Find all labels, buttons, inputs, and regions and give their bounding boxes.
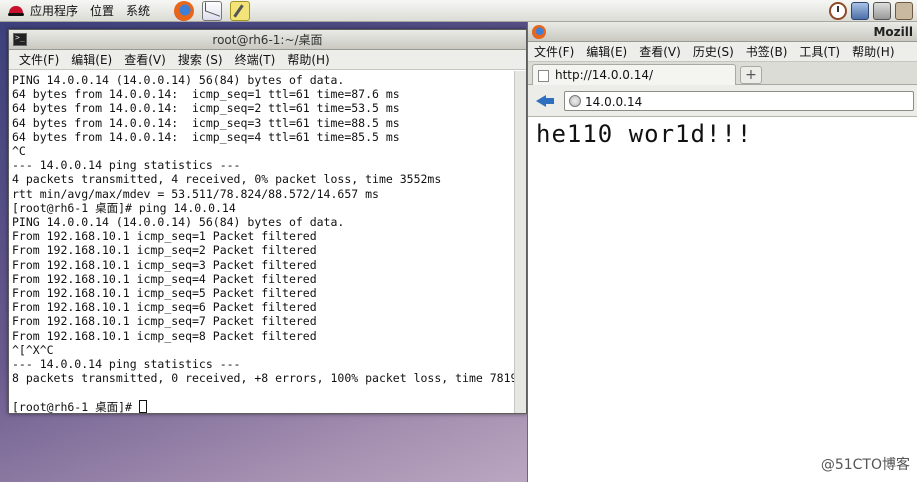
tab-label: http://14.0.0.14/ — [555, 68, 654, 82]
terminal-titlebar[interactable]: root@rh6-1:~/桌面 — [9, 30, 526, 50]
menu-file[interactable]: 文件(F) — [19, 51, 59, 68]
battery-icon[interactable] — [895, 1, 913, 20]
terminal-line: From 192.168.10.1 icmp_seq=2 Packet filt… — [12, 243, 317, 258]
url-bar[interactable]: 14.0.0.14 — [564, 91, 914, 111]
terminal-line: From 192.168.10.1 icmp_seq=8 Packet filt… — [12, 328, 317, 343]
top-panel: 应用程序 位置 系统 — [0, 0, 917, 22]
menu-view[interactable]: 查看(V) — [124, 51, 166, 68]
firefox-icon — [532, 25, 546, 39]
ff-menu-bookmarks[interactable]: 书签(B) — [746, 43, 788, 60]
note-launcher-icon[interactable] — [230, 0, 251, 21]
terminal-line: From 192.168.10.1 icmp_seq=1 Packet filt… — [12, 229, 317, 244]
terminal-line: 64 bytes from 14.0.0.14: icmp_seq=4 ttl=… — [12, 129, 400, 144]
site-identity-icon[interactable] — [569, 95, 581, 107]
terminal-line: [root@rh6-1 桌面]# ping 14.0.0.14 — [12, 200, 236, 215]
terminal-prompt-line: [root@rh6-1 桌面]# — [12, 399, 511, 413]
terminal-icon — [13, 33, 27, 46]
menu-search[interactable]: 搜索 (S) — [178, 51, 223, 68]
firefox-titlebar[interactable]: Mozill — [528, 22, 917, 42]
page-icon — [538, 70, 549, 82]
ff-menu-history[interactable]: 历史(S) — [693, 43, 734, 60]
menu-edit[interactable]: 编辑(E) — [71, 51, 112, 68]
page-body-text: he110 wor1d!!! — [536, 120, 753, 148]
terminal-line: From 192.168.10.1 icmp_seq=5 Packet filt… — [12, 286, 317, 301]
mail-launcher-icon[interactable] — [202, 0, 223, 21]
terminal-line: 64 bytes from 14.0.0.14: icmp_seq=1 ttl=… — [12, 87, 400, 102]
firefox-launcher-icon[interactable] — [174, 0, 195, 21]
terminal-title: root@rh6-1:~/桌面 — [212, 33, 323, 47]
firefox-navbar: 14.0.0.14 — [528, 85, 917, 117]
firefox-tabbar: http://14.0.0.14/ + — [528, 61, 917, 86]
terminal-window: root@rh6-1:~/桌面 文件(F) 编辑(E) 查看(V) 搜索 (S)… — [8, 29, 527, 414]
menu-help[interactable]: 帮助(H) — [287, 51, 329, 68]
terminal-line: ^[^X^C — [12, 342, 54, 357]
volume-icon[interactable] — [873, 1, 891, 20]
clock-icon[interactable] — [829, 1, 847, 20]
menu-terminal[interactable]: 终端(T) — [235, 51, 276, 68]
ff-menu-help[interactable]: 帮助(H) — [852, 43, 894, 60]
redhat-logo-icon[interactable] — [8, 4, 24, 18]
terminal-line: 8 packets transmitted, 0 received, +8 er… — [12, 371, 514, 386]
url-text: 14.0.0.14 — [585, 95, 643, 109]
terminal-line: PING 14.0.0.14 (14.0.0.14) 56(84) bytes … — [12, 73, 345, 87]
terminal-output[interactable]: PING 14.0.0.14 (14.0.0.14) 56(84) bytes … — [9, 71, 514, 413]
terminal-line: From 192.168.10.1 icmp_seq=6 Packet filt… — [12, 300, 317, 315]
terminal-line: 64 bytes from 14.0.0.14: icmp_seq=2 ttl=… — [12, 101, 400, 116]
ff-menu-edit[interactable]: 编辑(E) — [586, 43, 627, 60]
terminal-line: From 192.168.10.1 icmp_seq=3 Packet filt… — [12, 257, 317, 272]
terminal-line: --- 14.0.0.14 ping statistics --- — [12, 158, 241, 173]
terminal-line: 64 bytes from 14.0.0.14: icmp_seq=3 ttl=… — [12, 115, 400, 130]
firefox-menubar: 文件(F) 编辑(E) 查看(V) 历史(S) 书签(B) 工具(T) 帮助(H… — [528, 42, 917, 61]
back-arrow-icon[interactable] — [536, 92, 556, 110]
terminal-line: --- 14.0.0.14 ping statistics --- — [12, 357, 241, 372]
firefox-window: Mozill 文件(F) 编辑(E) 查看(V) 历史(S) 书签(B) 工具(… — [527, 22, 917, 482]
terminal-line: 4 packets transmitted, 4 received, 0% pa… — [12, 172, 442, 187]
terminal-line: rtt min/avg/max/mdev = 53.511/78.824/88.… — [12, 186, 379, 201]
terminal-scrollbar[interactable] — [514, 71, 526, 413]
system-tray — [829, 1, 917, 20]
terminal-line: ^C — [12, 144, 26, 159]
new-tab-button[interactable]: + — [740, 66, 762, 84]
firefox-title: Mozill — [873, 25, 913, 39]
ff-menu-tools[interactable]: 工具(T) — [799, 43, 840, 60]
system-menu[interactable]: 系统 — [126, 2, 150, 19]
applications-menu[interactable]: 应用程序 — [30, 2, 78, 19]
ff-menu-file[interactable]: 文件(F) — [534, 43, 574, 60]
network-icon[interactable] — [851, 1, 869, 20]
watermark: @51CTO博客 — [820, 457, 910, 473]
terminal-line: From 192.168.10.1 icmp_seq=4 Packet filt… — [12, 271, 317, 286]
text-cursor — [138, 399, 147, 413]
browser-tab[interactable]: http://14.0.0.14/ — [532, 64, 736, 86]
places-menu[interactable]: 位置 — [90, 2, 114, 19]
ff-menu-view[interactable]: 查看(V) — [639, 43, 681, 60]
panel-menus: 应用程序 位置 系统 — [0, 0, 166, 22]
terminal-menubar: 文件(F) 编辑(E) 查看(V) 搜索 (S) 终端(T) 帮助(H) — [9, 50, 526, 70]
terminal-line: PING 14.0.0.14 (14.0.0.14) 56(84) bytes … — [12, 215, 345, 230]
terminal-prompt: [root@rh6-1 桌面]# — [12, 399, 139, 413]
page-content: he110 wor1d!!! @51CTO博客 — [528, 118, 917, 482]
terminal-line: From 192.168.10.1 icmp_seq=7 Packet filt… — [12, 314, 317, 329]
